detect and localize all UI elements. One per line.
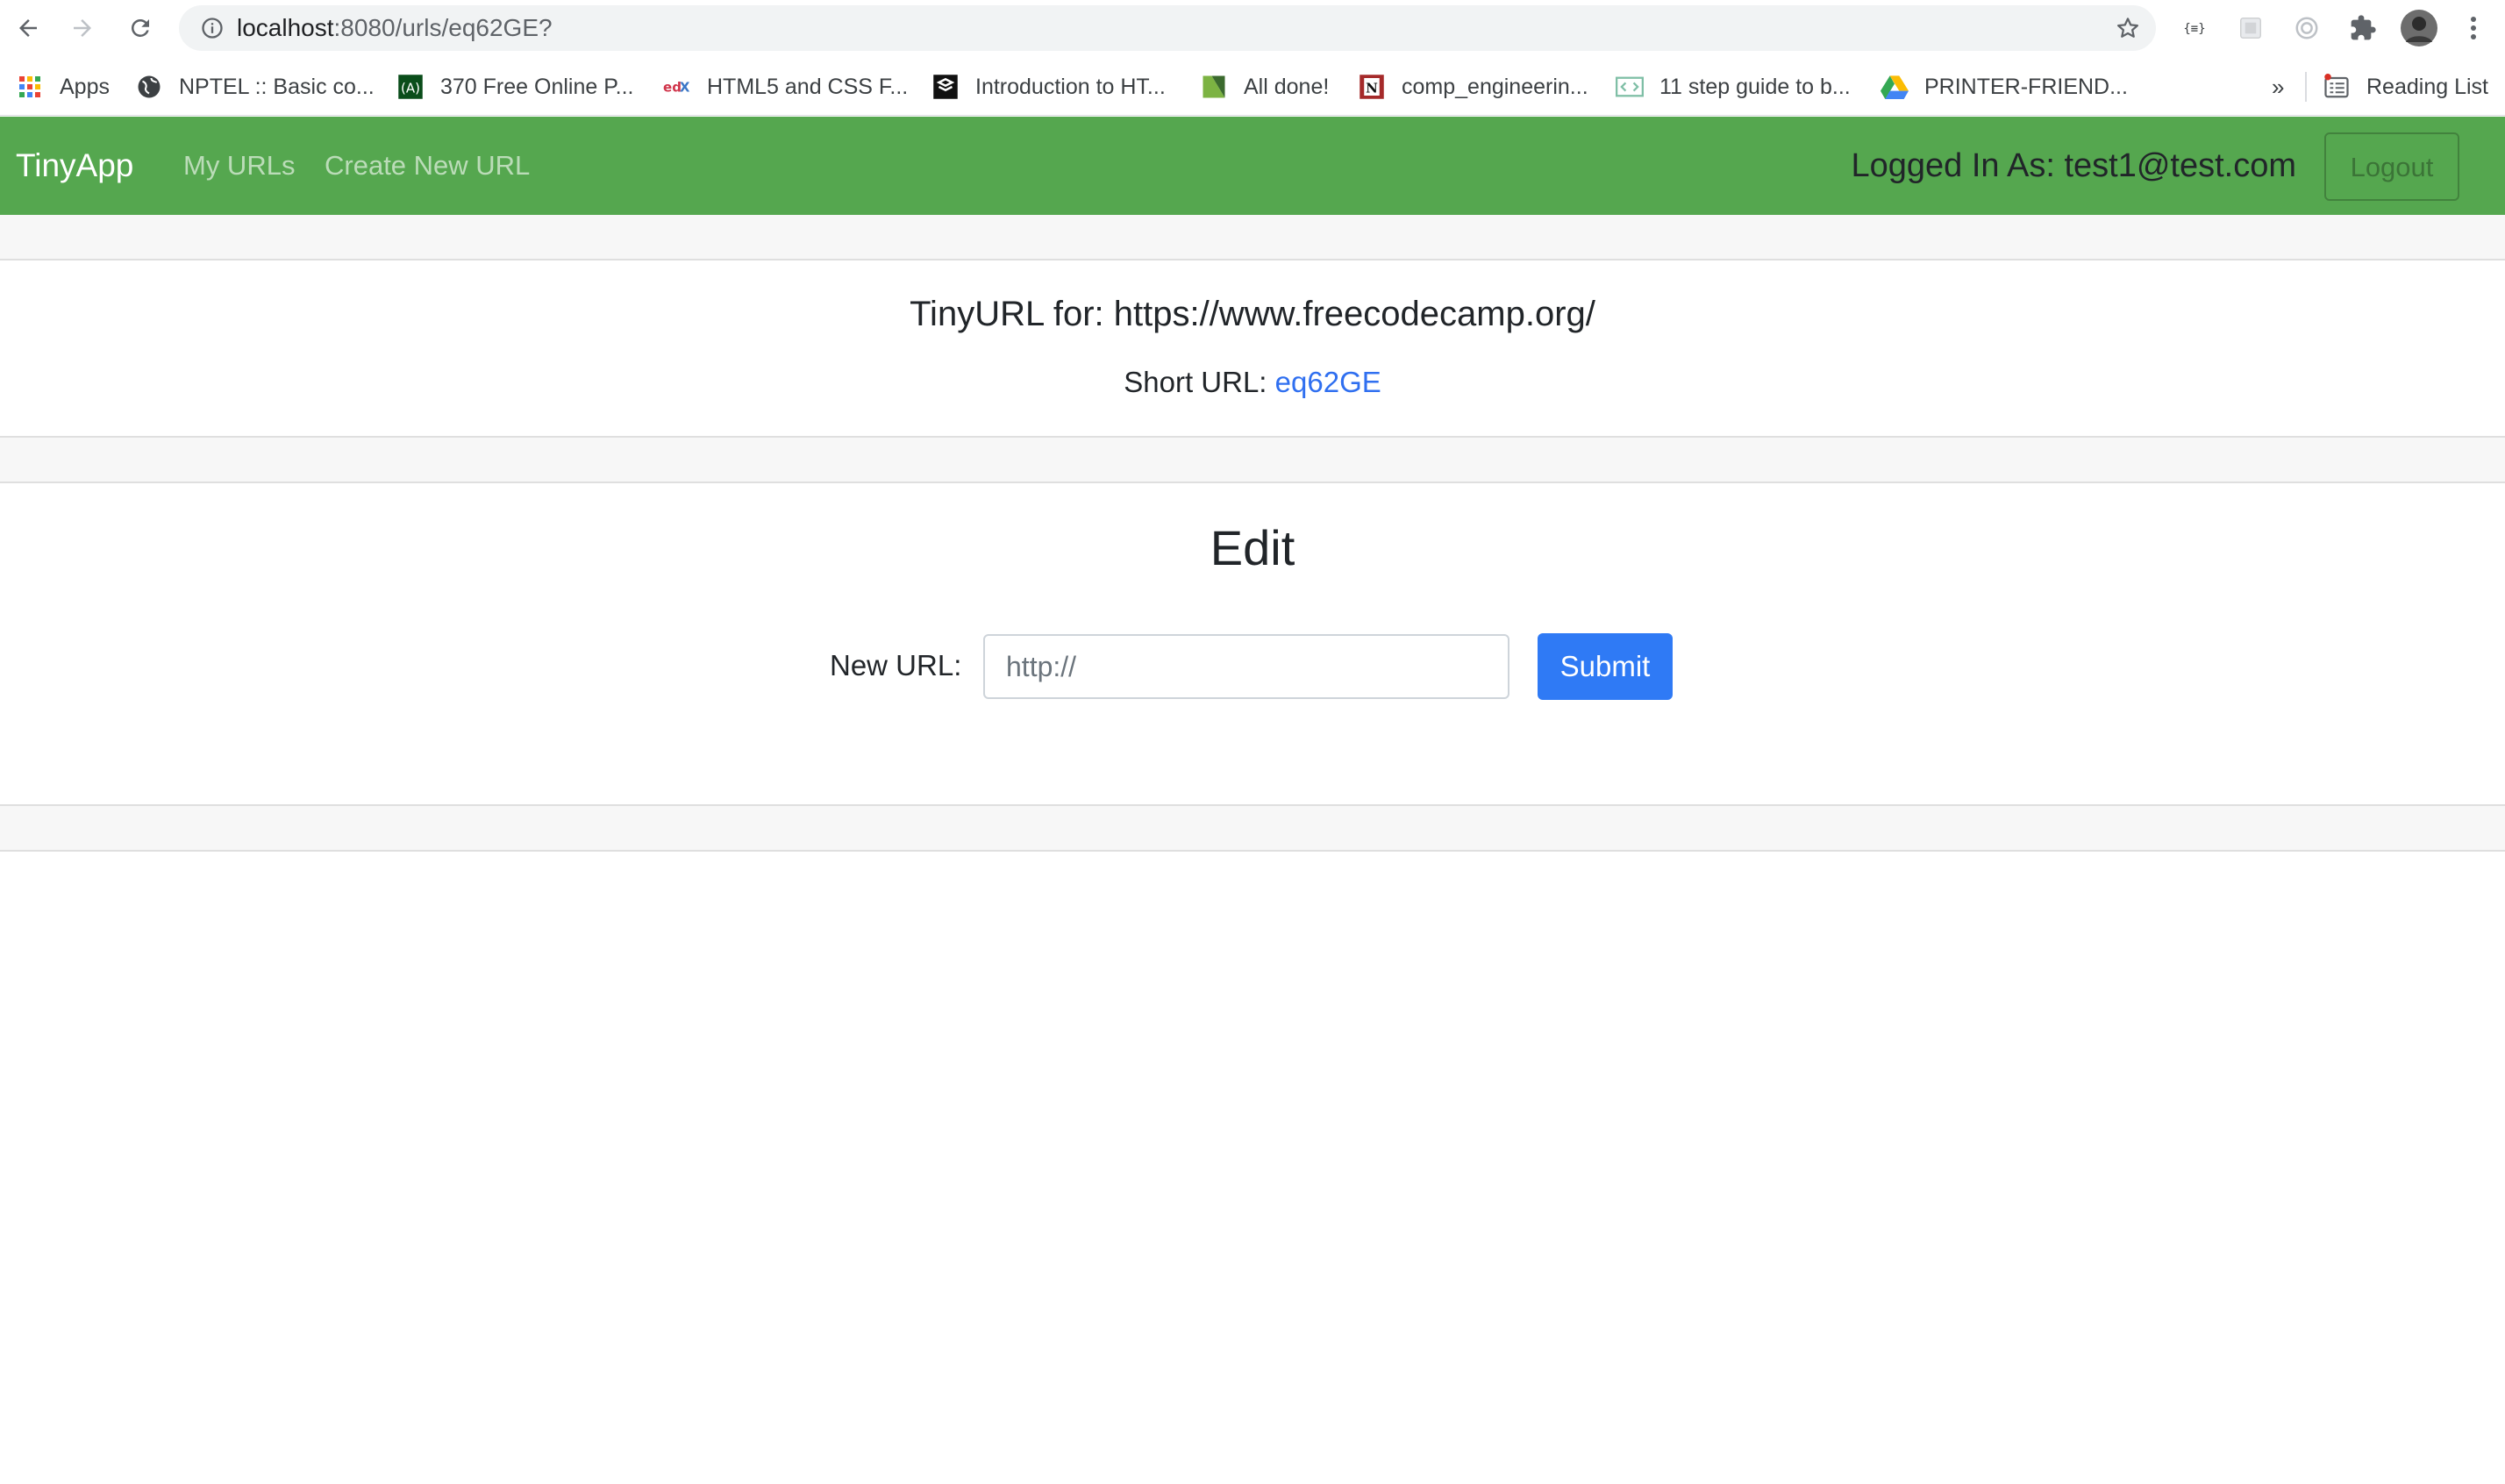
bookmark-nptel[interactable]: NPTEL :: Basic co... (135, 58, 375, 116)
tinyurl-title: TinyURL for: https://www.freecodecamp.or… (910, 295, 1595, 333)
apps-grid-icon (16, 73, 44, 101)
url-path: :8080/urls/eq62GE? (333, 14, 553, 41)
bookmark-label: 11 step guide to b... (1659, 74, 1851, 99)
edx-icon: ed X (663, 73, 691, 101)
bookmark-comp-engineering[interactable]: N comp_engineerin... (1358, 58, 1588, 116)
bookmark-label: Apps (60, 74, 110, 99)
logged-in-status: Logged In As: test1@test.com (1851, 147, 2296, 184)
svg-text:N: N (1366, 80, 1378, 96)
bookmark-all-done[interactable]: All done! (1200, 58, 1329, 116)
bookmark-label: NPTEL :: Basic co... (179, 74, 375, 99)
bookmarks-overflow-chevron[interactable]: » (2272, 58, 2284, 116)
bookmark-label: Introduction to HT... (975, 74, 1166, 99)
svg-text:X: X (680, 80, 690, 96)
bookmarks-bar: Apps NPTEL :: Basic co... (A) 370 Free O… (0, 58, 2505, 116)
bookmark-printer-friendly[interactable]: PRINTER-FRIEND... (1881, 58, 2128, 116)
site-info-icon[interactable] (196, 12, 228, 44)
bookmark-label: All done! (1244, 74, 1330, 99)
divider (0, 482, 2505, 483)
notion-icon: N (1358, 73, 1386, 101)
url-host: localhost (237, 14, 334, 41)
reading-list-button[interactable]: Reading List (2323, 58, 2488, 116)
bookmark-codecademy[interactable]: Introduction to HT... (931, 58, 1166, 116)
svg-text:{≡}: {≡} (2183, 22, 2205, 36)
bookmark-star-icon[interactable] (2112, 12, 2144, 44)
browser-menu-icon[interactable] (2456, 9, 2491, 47)
extension-square-icon[interactable] (2231, 9, 2270, 47)
new-url-input[interactable] (983, 634, 1509, 699)
forward-arrow-icon[interactable] (65, 11, 100, 46)
reload-icon[interactable] (123, 11, 158, 46)
codecademy-icon (931, 73, 960, 101)
extension-target-icon[interactable] (2287, 9, 2326, 47)
card-footer-band (0, 806, 2505, 850)
bookmark-freecodecamp[interactable]: (A) 370 Free Online P... (396, 58, 634, 116)
bookmark-label: HTML5 and CSS F... (707, 74, 909, 99)
logout-button[interactable]: Logout (2324, 132, 2459, 201)
globe-icon (135, 73, 163, 101)
google-drive-icon (1881, 73, 1909, 101)
app-navbar: TinyApp My URLs Create New URL Logged In… (0, 117, 2505, 215)
freecodecamp-icon: (A) (396, 73, 425, 101)
extensions-puzzle-icon[interactable] (2344, 9, 2382, 47)
brand-logo[interactable]: TinyApp (16, 117, 133, 215)
bookmarks-divider (2305, 72, 2307, 102)
short-url-line: Short URL: eq62GE (0, 366, 2505, 399)
submit-button[interactable]: Submit (1538, 633, 1673, 700)
nav-create-new-url[interactable]: Create New URL (325, 117, 530, 215)
bookmark-label: PRINTER-FRIEND... (1924, 74, 2128, 99)
divider (0, 259, 2505, 260)
section-band (0, 438, 2505, 482)
short-url-link[interactable]: eq62GE (1275, 366, 1381, 398)
kodable-icon (1200, 73, 1228, 101)
new-url-label: New URL: (830, 649, 962, 681)
address-bar[interactable]: localhost:8080/urls/eq62GE? (179, 5, 2156, 51)
edit-heading: Edit (1210, 520, 1295, 575)
card-header-band (0, 215, 2505, 259)
profile-avatar-icon[interactable] (2400, 9, 2438, 47)
reading-list-label: Reading List (2366, 74, 2488, 99)
browser-toolbar: localhost:8080/urls/eq62GE? {≡} (0, 0, 2505, 58)
bookmark-label: 370 Free Online P... (440, 74, 634, 99)
divider (0, 850, 2505, 852)
short-url-label: Short URL: (1124, 366, 1267, 398)
bookmark-edx[interactable]: ed X HTML5 and CSS F... (663, 58, 908, 116)
bookmark-apps[interactable]: Apps (16, 58, 110, 116)
bookmark-label: comp_engineerin... (1402, 74, 1588, 99)
code-icon (1616, 73, 1644, 101)
address-bar-text: localhost:8080/urls/eq62GE? (237, 14, 553, 42)
reading-list-icon (2323, 73, 2351, 101)
bookmark-11-step-guide[interactable]: 11 step guide to b... (1616, 58, 1851, 116)
back-arrow-icon[interactable] (11, 11, 46, 46)
nav-my-urls[interactable]: My URLs (183, 117, 295, 215)
json-extension-icon[interactable]: {≡} (2175, 9, 2214, 47)
svg-text:ed: ed (663, 80, 682, 96)
svg-text:(A): (A) (401, 80, 420, 96)
